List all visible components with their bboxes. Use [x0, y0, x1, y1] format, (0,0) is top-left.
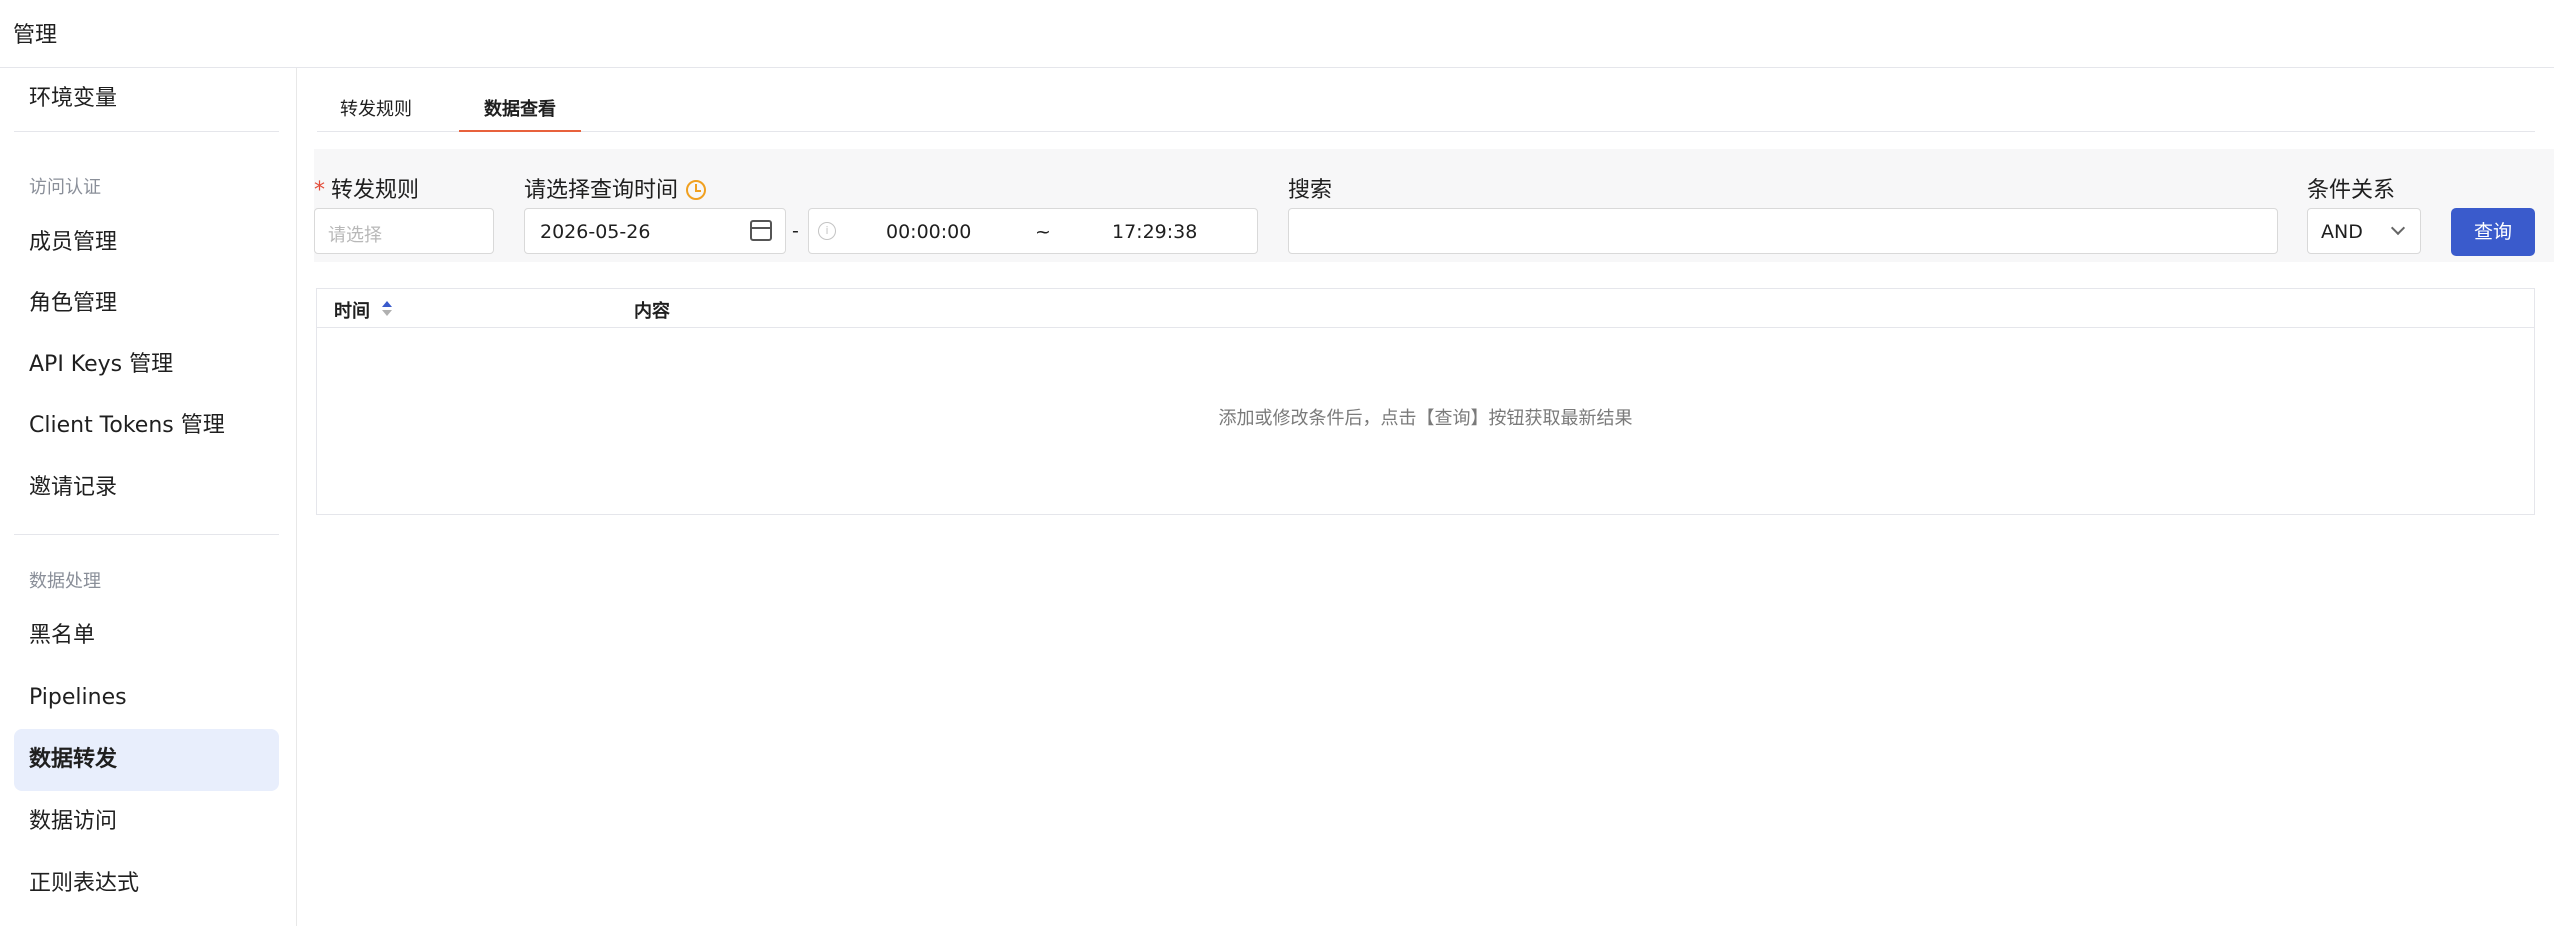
sidebar-group-data-processing: 数据处理 [29, 571, 101, 592]
rule-select-placeholder: 请选择 [328, 225, 382, 246]
column-header-content: 内容 [634, 301, 670, 322]
sidebar-item-blacklist[interactable]: 黑名单 [14, 605, 279, 667]
top-bar: 管理 [0, 0, 2554, 68]
calendar-icon[interactable] [750, 220, 772, 241]
date-separator: - [792, 220, 799, 242]
rule-label: * 转发规则 [314, 172, 419, 204]
rule-select[interactable]: 请选择 [314, 208, 494, 254]
sidebar-item-data-access[interactable]: 数据访问 [14, 791, 279, 853]
start-time[interactable]: 00:00:00 [886, 221, 971, 243]
search-input[interactable] [1288, 208, 2278, 254]
date-picker[interactable]: 2026-05-26 [524, 208, 786, 254]
sort-icon[interactable] [381, 301, 393, 317]
sidebar-item-regex[interactable]: 正则表达式 [14, 853, 279, 915]
range-separator: ~ [1035, 221, 1051, 243]
sidebar-divider [14, 131, 279, 132]
table-header: 时间 内容 [317, 289, 2534, 328]
end-time[interactable]: 17:29:38 [1112, 221, 1197, 243]
condition-select[interactable]: AND [2307, 208, 2421, 254]
chevron-down-icon [2390, 220, 2406, 236]
tab-bar: 转发规则 数据查看 [317, 68, 2535, 132]
sidebar-item-members[interactable]: 成员管理 [14, 212, 279, 274]
sidebar: 环境变量 访问认证 成员管理 角色管理 API Keys 管理 Client T… [0, 68, 297, 926]
empty-state-message: 添加或修改条件后，点击【查询】按钮获取最新结果 [1218, 408, 1633, 429]
rule-label-text: 转发规则 [331, 178, 420, 203]
sidebar-item-roles[interactable]: 角色管理 [14, 273, 279, 335]
search-label: 搜索 [1288, 178, 1333, 203]
tab-forwarding-rules[interactable]: 转发规则 [338, 95, 414, 132]
time-label: 请选择查询时间 [524, 172, 707, 204]
condition-select-value: AND [2321, 221, 2363, 243]
sidebar-item-api-keys[interactable]: API Keys 管理 [14, 334, 279, 396]
date-value: 2026-05-26 [540, 221, 651, 243]
sidebar-item-env-vars[interactable]: 环境变量 [14, 68, 279, 130]
page-title: 管理 [13, 23, 58, 48]
sidebar-item-invitations[interactable]: 邀请记录 [14, 457, 279, 519]
clock-icon [686, 180, 707, 200]
filter-bar: * 转发规则 请选择 请选择查询时间 2026-05-26 - i 00:00:0… [314, 149, 2554, 262]
sidebar-group-access-auth: 访问认证 [29, 177, 101, 198]
sidebar-item-data-forwarding[interactable]: 数据转发 [14, 729, 279, 791]
data-table: 时间 内容 添加或修改条件后，点击【查询】按钮获取最新结果 [316, 288, 2535, 515]
info-icon: i [818, 222, 836, 240]
main-content: 转发规则 数据查看 * 转发规则 请选择 请选择查询时间 2026-05-26 -… [298, 68, 2554, 926]
condition-label: 条件关系 [2307, 178, 2396, 203]
tab-data-view[interactable]: 数据查看 [459, 95, 581, 132]
required-mark: * [314, 178, 325, 203]
sidebar-divider [14, 534, 279, 535]
column-header-time[interactable]: 时间 [334, 297, 370, 323]
sidebar-item-client-tokens[interactable]: Client Tokens 管理 [14, 395, 279, 457]
time-label-text: 请选择查询时间 [524, 178, 679, 203]
time-range-picker[interactable]: i 00:00:00 ~ 17:29:38 [808, 208, 1258, 254]
sidebar-item-pipelines[interactable]: Pipelines [14, 667, 279, 729]
query-button[interactable]: 查询 [2451, 208, 2535, 256]
